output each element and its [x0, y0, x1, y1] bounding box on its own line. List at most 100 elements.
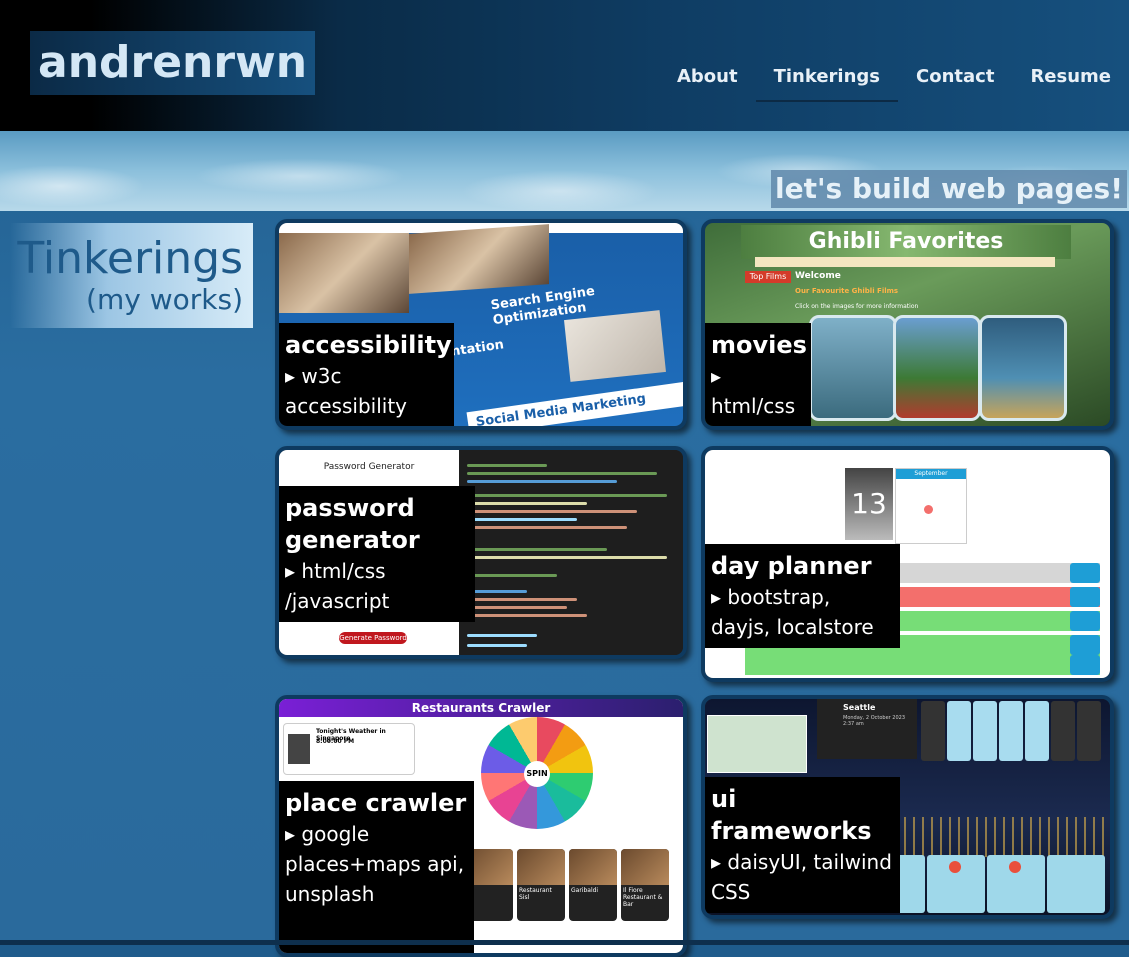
restaurant-name: Restaurant Sisl: [519, 887, 552, 901]
code-line: [467, 548, 607, 551]
hourly-tile: [921, 701, 945, 761]
code-line: [467, 472, 657, 475]
project-tech: ▸ html/css: [711, 364, 796, 418]
project-tech: ▸ google places+maps api, unsplash: [285, 822, 465, 906]
restaurant-card: Il Fiore Restaurant & Bar: [621, 849, 669, 921]
project-title: movies: [711, 331, 807, 359]
restaurant-card: Garibaldi: [569, 849, 617, 921]
calendar-month: September: [896, 469, 966, 479]
project-card-password-generator[interactable]: Password Generator Generate Password pas…: [275, 446, 687, 659]
social-media-band: Social Media Marketing: [466, 377, 683, 426]
site-header: andrenrwn About Tinkerings Contact Resum…: [0, 0, 1129, 131]
code-line: [467, 598, 577, 601]
code-line: [467, 518, 577, 521]
project-title: password generator: [285, 494, 420, 554]
project-card-place-crawler[interactable]: Restaurants Crawler Tonight's Weather in…: [275, 695, 687, 957]
restaurant-card: Restaurant Sisl: [517, 849, 565, 921]
hourly-tile: [973, 701, 997, 761]
hourly-tile: [1025, 701, 1049, 761]
sun-icon: [949, 861, 961, 873]
code-line: [467, 606, 567, 609]
favorites-text: Our Favourite Ghibli Films: [795, 287, 899, 295]
restaurant-name: Il Fiore Restaurant & Bar: [623, 887, 663, 908]
project-tech: ▸ daisyUI, tailwind CSS: [711, 850, 892, 904]
save-button: [1070, 655, 1100, 675]
app-title: Password Generator: [323, 462, 415, 472]
calendar-date-photo: 13: [845, 468, 893, 540]
movie-poster-2: [893, 315, 981, 421]
map-preview: [707, 715, 807, 773]
project-card-movies[interactable]: Ghibli Favorites Top Films Welcome Our F…: [701, 219, 1114, 430]
meeting-photo: [409, 224, 549, 294]
city-name: Seattle: [843, 703, 876, 712]
nav-tinkerings[interactable]: Tinkerings: [755, 62, 899, 102]
forecast-card: [987, 855, 1045, 913]
ghibli-nav-bar: [755, 257, 1055, 267]
nav-about[interactable]: About: [659, 62, 756, 100]
banner-tagline: let's build web pages!: [771, 170, 1127, 208]
code-line: [467, 590, 527, 593]
code-line: [467, 526, 627, 529]
site-logo[interactable]: andrenrwn: [30, 31, 316, 95]
generate-button: Generate Password: [339, 632, 407, 644]
nav-contact[interactable]: Contact: [898, 62, 1012, 100]
forecast-card: [927, 855, 985, 913]
save-button: [1070, 563, 1100, 583]
code-line: [467, 634, 537, 637]
nav-resume[interactable]: Resume: [1012, 62, 1129, 100]
section-heading: Tinkerings (my works): [10, 223, 253, 328]
code-line: [467, 510, 637, 513]
movie-poster-3: [979, 315, 1067, 421]
code-line: [467, 480, 617, 483]
code-line: [467, 574, 557, 577]
current-weather-panel: Seattle Monday, 2 October 2023 2:37 am: [817, 699, 917, 759]
project-title: accessibility: [285, 331, 452, 359]
hourly-tile: [947, 701, 971, 761]
welcome-text: Welcome: [795, 271, 841, 281]
laptop-photo: [564, 310, 666, 382]
hint-text: Click on the images for more information: [795, 303, 919, 310]
save-button: [1070, 587, 1100, 607]
project-tech: ▸ bootstrap, dayjs, localstore: [711, 585, 874, 639]
project-card-ui-frameworks[interactable]: Seattle Monday, 2 October 2023 2:37 am u…: [701, 695, 1114, 919]
project-caption: day planner ▸ bootstrap, dayjs, localsto…: [705, 544, 900, 648]
project-tech: ▸ html/css /javascript: [285, 559, 390, 613]
project-caption: place crawler ▸ google places+maps api, …: [279, 781, 474, 953]
project-card-day-planner[interactable]: 13 September day planner ▸ bootstrap, da…: [701, 446, 1114, 682]
selected-day: [924, 505, 933, 514]
top-films-button: Top Films: [745, 271, 791, 283]
code-line: [467, 644, 527, 647]
code-line: [467, 614, 587, 617]
team-photo: [279, 233, 409, 313]
forecast-card: [1047, 855, 1105, 913]
weather-card: Tonight's Weather in Singapore 8:00:00 P…: [283, 723, 415, 775]
code-line: [467, 494, 667, 497]
app-header: Restaurants Crawler: [279, 699, 683, 717]
main-nav: About Tinkerings Contact Resume: [659, 62, 1129, 102]
save-button: [1070, 611, 1100, 631]
project-title: place crawler: [285, 789, 467, 817]
presentation-heading: ntation: [450, 337, 505, 360]
date-text: Monday, 2 October 2023 2:37 am: [843, 715, 906, 727]
project-caption: accessibility ▸ w3c accessibility: [279, 323, 454, 426]
project-title: ui frameworks: [711, 785, 872, 845]
project-caption: password generator ▸ html/css /javascrip…: [279, 486, 475, 622]
save-button: [1070, 635, 1100, 655]
code-line: [467, 502, 587, 505]
hero-banner: let's build web pages!: [0, 131, 1129, 211]
code-line: [467, 464, 547, 467]
restaurant-name: Garibaldi: [571, 887, 599, 894]
project-card-accessibility[interactable]: Search Engine Optimization ntation Socia…: [275, 219, 687, 430]
spin-button: SPIN: [524, 761, 550, 787]
project-tech: ▸ w3c accessibility: [285, 364, 407, 418]
hourly-tile: [1051, 701, 1075, 761]
ghibli-header: Ghibli Favorites: [741, 225, 1071, 259]
hour-row-future: [745, 655, 1100, 675]
calendar-widget: September: [895, 468, 967, 544]
weather-time: 8:00:00 PM: [316, 738, 355, 745]
section-title: Tinkerings: [17, 233, 243, 284]
project-caption: movies ▸ html/css: [705, 323, 811, 426]
project-title: day planner: [711, 552, 872, 580]
code-editor: [459, 450, 683, 655]
cloud-icon: [288, 734, 310, 764]
